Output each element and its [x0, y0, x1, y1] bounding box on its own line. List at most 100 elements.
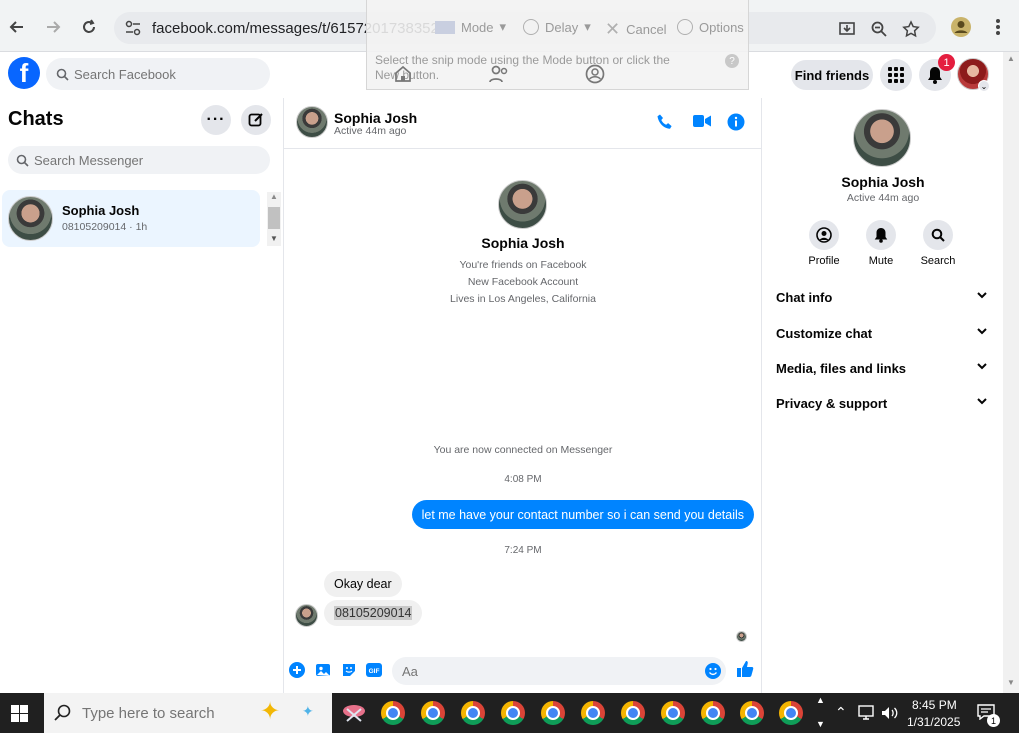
install-app-icon[interactable]	[836, 18, 858, 40]
forward-button[interactable]	[40, 14, 66, 40]
page-scrollbar[interactable]: ▲ ▼	[1003, 52, 1019, 693]
header-avatar[interactable]	[296, 106, 328, 138]
contact-info-panel: Sophia Josh Active 44m ago Profile Mute …	[763, 98, 1003, 693]
scroll-down-arrow-icon[interactable]: ▼	[270, 234, 278, 243]
timestamp-2: 7:24 PM	[504, 545, 542, 556]
profile-circle-icon	[816, 227, 832, 243]
sender-avatar[interactable]	[295, 604, 318, 627]
privacy-support-section[interactable]: Privacy & support	[763, 388, 1003, 420]
chat-item-preview: 08105209014 · 1h	[62, 221, 148, 233]
groups-icon[interactable]	[585, 64, 605, 84]
account-menu-chevron-icon[interactable]: ⌄	[978, 80, 990, 92]
site-settings-icon[interactable]	[124, 19, 142, 37]
new-message-button[interactable]	[241, 105, 271, 135]
header-contact-name[interactable]: Sophia Josh	[334, 110, 417, 126]
intro-avatar[interactable]	[498, 180, 547, 229]
intro-line-account: New Facebook Account	[467, 276, 579, 288]
snipping-tool-taskbar-icon[interactable]	[341, 701, 367, 725]
facebook-search[interactable]	[46, 58, 270, 90]
chat-info-section[interactable]: Chat info	[763, 282, 1003, 314]
snip-mode-label: Mode	[461, 19, 494, 35]
chats-options-button[interactable]: ···	[201, 105, 231, 135]
scroll-up-arrow-icon[interactable]: ▲	[1007, 54, 1015, 63]
media-files-section[interactable]: Media, files and links	[763, 353, 1003, 385]
chat-list-scrollbar[interactable]: ▲ ▼	[267, 192, 281, 246]
emoji-icon[interactable]	[705, 663, 721, 679]
reload-button[interactable]	[76, 14, 102, 40]
taskbar-clock-date[interactable]: 1/31/2025	[907, 715, 960, 729]
windows-start-icon[interactable]	[11, 705, 28, 722]
chrome-taskbar-icon[interactable]	[421, 701, 445, 725]
bookmark-star-icon[interactable]	[900, 18, 922, 40]
gif-icon[interactable]: GIF	[366, 662, 382, 678]
reload-icon	[83, 19, 95, 33]
menu-grid-button[interactable]	[880, 59, 912, 91]
outgoing-message[interactable]: let me have your contact number so i can…	[411, 500, 754, 529]
messenger-search[interactable]	[8, 146, 270, 174]
taskbar-search[interactable]: ✦ ✦	[44, 693, 332, 733]
contact-avatar	[8, 196, 53, 241]
snip-cancel-button[interactable]: ✕ Cancel	[605, 19, 667, 40]
bell-icon	[874, 228, 888, 243]
message-input-wrap[interactable]	[392, 657, 726, 685]
forward-arrow-icon	[47, 21, 61, 33]
plus-circle-icon[interactable]	[289, 662, 305, 678]
info-avatar[interactable]	[853, 109, 911, 167]
snip-delay-button[interactable]: Delay ▾	[523, 19, 591, 35]
conversation-header: Sophia Josh Active 44m ago	[284, 98, 762, 149]
show-hidden-icons-chevron-icon[interactable]: ⌃	[835, 704, 847, 721]
chrome-taskbar-icon[interactable]	[381, 701, 405, 725]
video-call-icon[interactable]	[693, 114, 711, 128]
chrome-taskbar-icon[interactable]	[779, 701, 803, 725]
profile-button[interactable]	[948, 14, 974, 40]
snip-mode-button[interactable]: Mode ▾	[435, 19, 506, 35]
chrome-taskbar-icon[interactable]	[621, 701, 645, 725]
back-button[interactable]	[4, 14, 30, 40]
info-icon[interactable]	[727, 113, 745, 131]
audio-call-icon[interactable]	[656, 113, 674, 131]
facebook-search-input[interactable]	[74, 58, 264, 90]
dropdown-chevron-icon: ▾	[499, 19, 507, 34]
chrome-taskbar-icon[interactable]	[740, 701, 764, 725]
scroll-up-arrow-icon[interactable]: ▲	[270, 192, 278, 201]
search-icon	[56, 68, 69, 81]
facebook-logo-icon[interactable]: f	[8, 57, 40, 89]
chrome-taskbar-icon[interactable]	[661, 701, 685, 725]
taskbar-clock-time[interactable]: 8:45 PM	[912, 698, 957, 712]
chrome-taskbar-icon[interactable]	[701, 701, 725, 725]
chrome-taskbar-icon[interactable]	[461, 701, 485, 725]
messenger-search-input[interactable]	[34, 146, 264, 174]
find-friends-button[interactable]: Find friends	[791, 60, 873, 90]
windows-taskbar: ✦ ✦ ▲ ▼ ⌃ 8:45 PM 1/31/2025 1	[0, 693, 1019, 733]
incoming-message[interactable]: Okay dear	[324, 571, 402, 597]
snip-options-button[interactable]: Options	[677, 19, 744, 35]
taskbar-scroll-down-icon[interactable]: ▼	[816, 719, 825, 729]
chrome-taskbar-icon[interactable]	[501, 701, 525, 725]
incoming-message-phone[interactable]: 08105209014	[324, 600, 423, 626]
customize-chat-section[interactable]: Customize chat	[763, 318, 1003, 350]
chat-list-item[interactable]: Sophia Josh 08105209014 · 1h	[2, 190, 260, 247]
message-input[interactable]	[402, 657, 692, 685]
chevron-down-icon	[977, 292, 987, 299]
taskbar-search-input[interactable]	[82, 701, 282, 725]
network-icon[interactable]	[857, 705, 875, 721]
scroll-down-arrow-icon[interactable]: ▼	[1007, 678, 1015, 687]
help-icon[interactable]: ?	[725, 54, 739, 68]
friends-icon[interactable]	[488, 64, 510, 84]
chrome-taskbar-icon[interactable]	[541, 701, 565, 725]
home-icon[interactable]	[393, 64, 413, 84]
mute-action[interactable]: Mute	[856, 220, 906, 267]
like-thumb-icon[interactable]	[736, 660, 754, 678]
volume-icon[interactable]	[881, 705, 899, 721]
connected-notice: You are now connected on Messenger	[433, 444, 613, 456]
sticker-icon[interactable]	[341, 662, 357, 678]
photo-icon[interactable]	[315, 662, 331, 678]
search-action-label: Search	[920, 255, 956, 267]
profile-action[interactable]: Profile	[799, 220, 849, 267]
chrome-taskbar-icon[interactable]	[581, 701, 605, 725]
scrollbar-thumb[interactable]	[268, 207, 280, 229]
zoom-icon[interactable]	[868, 18, 890, 40]
browser-menu-button[interactable]	[985, 14, 1011, 40]
taskbar-scroll-up-icon[interactable]: ▲	[816, 695, 825, 705]
search-action[interactable]: Search	[913, 220, 963, 267]
